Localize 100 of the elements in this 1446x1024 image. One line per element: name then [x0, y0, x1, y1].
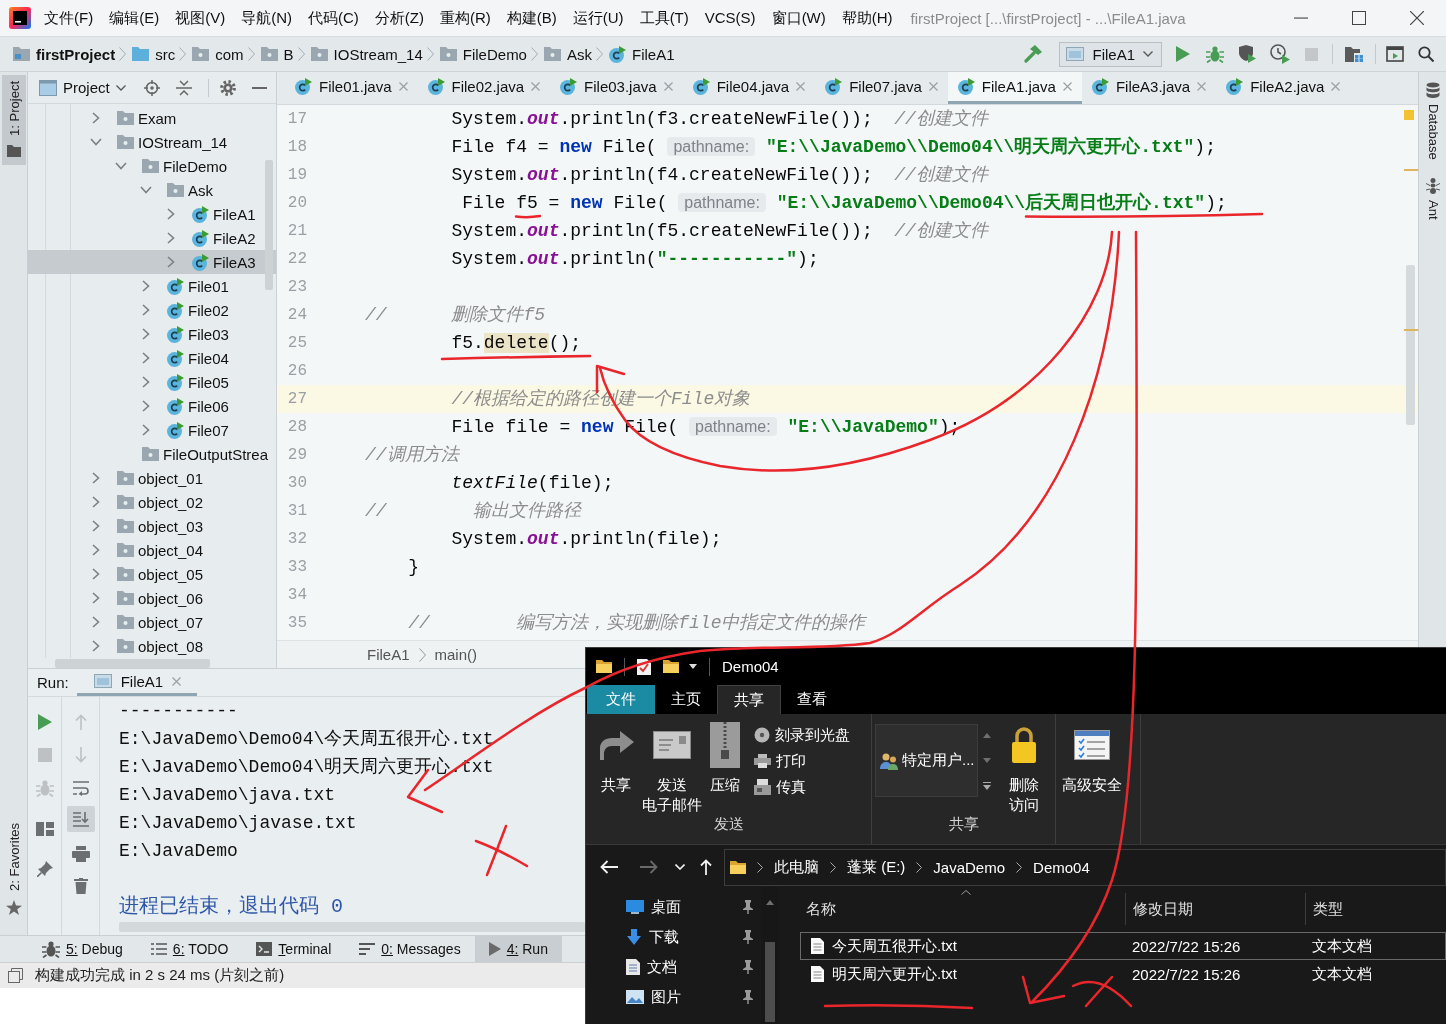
collapse-all-icon[interactable]: [175, 79, 192, 96]
menu-item[interactable]: 分析(Z): [366, 3, 432, 33]
menu-item[interactable]: 编辑(E): [101, 3, 168, 33]
tree-item[interactable]: Ask: [28, 178, 276, 202]
address-crumb[interactable]: Demo04: [1033, 858, 1090, 876]
column-header[interactable]: 类型: [1313, 899, 1343, 919]
search-icon[interactable]: [1418, 46, 1434, 62]
soft-wrap-icon[interactable]: [71, 780, 90, 796]
nav-item[interactable]: 文档: [586, 952, 761, 982]
tree-item[interactable]: Exam: [28, 106, 276, 130]
tree-item[interactable]: object_07: [28, 610, 276, 634]
breadcrumb-item[interactable]: FileA1: [609, 45, 675, 63]
ribbon-button[interactable]: 刻录到光盘: [754, 722, 850, 748]
tree-item[interactable]: File04: [28, 346, 276, 370]
menu-item[interactable]: 窗口(W): [763, 3, 834, 33]
file-row[interactable]: 今天周五很开心.txt 2022/7/22 15:26 文本文档: [800, 932, 1446, 960]
square-icon[interactable]: [8, 968, 23, 983]
tool-window-tab[interactable]: 2: Favorites: [2, 817, 26, 923]
column-header[interactable]: 名称: [806, 899, 836, 919]
locate-icon[interactable]: [143, 79, 160, 96]
scroll-to-end-icon[interactable]: [71, 811, 90, 827]
editor-tab[interactable]: FileA1.java: [947, 72, 1082, 104]
nav-item[interactable]: 图片: [586, 982, 761, 1012]
tool-window-tab[interactable]: 5: Debug: [28, 936, 137, 962]
tool-window-tab[interactable]: Ant: [1421, 177, 1445, 220]
breadcrumb-item[interactable]: FileA1: [367, 646, 410, 663]
chevron-right-icon[interactable]: [92, 472, 100, 484]
editor-tab[interactable]: File02.java: [417, 72, 551, 104]
tree-item[interactable]: File03: [28, 322, 276, 346]
ribbon-button[interactable]: 打印: [754, 748, 850, 774]
chevron-right-icon[interactable]: [142, 400, 150, 412]
coverage-icon[interactable]: [1238, 45, 1256, 63]
scrollbar-thumb[interactable]: [55, 659, 210, 668]
menu-item[interactable]: 视图(V): [167, 3, 234, 33]
menu-item[interactable]: 运行(U): [564, 3, 632, 33]
gallery-item[interactable]: 特定用户...: [880, 751, 975, 770]
ribbon-tab[interactable]: 主页: [655, 685, 717, 714]
chevron-right-icon[interactable]: [142, 376, 150, 388]
tree-item[interactable]: FileA3: [28, 250, 276, 274]
chevron-right-icon[interactable]: [142, 352, 150, 364]
menu-item[interactable]: 构建(B): [498, 3, 565, 33]
tree-item[interactable]: object_06: [28, 586, 276, 610]
tool-window-tab[interactable]: Terminal: [242, 936, 346, 962]
bug-icon[interactable]: [1206, 45, 1224, 63]
tool-window-tab[interactable]: 4: Run: [474, 936, 562, 962]
chevron-down-icon[interactable]: [115, 162, 127, 170]
tree-item[interactable]: File07: [28, 418, 276, 442]
chevron-right-icon[interactable]: [92, 496, 100, 508]
breadcrumb-item[interactable]: firstProject: [13, 45, 116, 63]
tree-item[interactable]: object_04: [28, 538, 276, 562]
tool-window-tab[interactable]: 1: Project: [2, 75, 26, 165]
menu-item[interactable]: 代码(C): [300, 3, 367, 33]
breadcrumb-item[interactable]: com: [192, 45, 244, 63]
chevron-right-icon[interactable]: [92, 520, 100, 532]
folder-icon[interactable]: [663, 660, 679, 673]
trash-icon[interactable]: [73, 878, 88, 894]
tree-item[interactable]: FileDemo: [28, 154, 276, 178]
tree-item[interactable]: object_08: [28, 634, 276, 658]
chevron-down-icon[interactable]: [90, 138, 102, 146]
sort-caret-icon[interactable]: [961, 890, 971, 895]
chevron-right-icon[interactable]: [142, 304, 150, 316]
ribbon-button[interactable]: 高级安全: [1058, 722, 1126, 795]
chevron-right-icon[interactable]: [92, 592, 100, 604]
maximize-icon[interactable]: [1352, 11, 1366, 25]
scroll-up-icon[interactable]: [766, 900, 774, 905]
menu-item[interactable]: 帮助(H): [833, 3, 901, 33]
chevron-right-icon[interactable]: [142, 280, 150, 292]
tool-window-tab[interactable]: 0: Messages: [345, 936, 475, 962]
chevron-right-icon[interactable]: [167, 208, 175, 220]
editor-tab[interactable]: FileA2.java: [1216, 72, 1351, 104]
tree-item[interactable]: object_05: [28, 562, 276, 586]
project-view-dropdown[interactable]: Project: [39, 79, 126, 96]
tool-window-tab[interactable]: 6: TODO: [136, 936, 243, 962]
scroll-up-icon[interactable]: [982, 733, 991, 738]
pin-icon[interactable]: [742, 990, 754, 1004]
tree-item[interactable]: FileA1: [28, 202, 276, 226]
tree-item[interactable]: File06: [28, 394, 276, 418]
breadcrumb-item[interactable]: src: [132, 45, 176, 63]
tree-item[interactable]: IOStream_14: [28, 130, 276, 154]
tree-item[interactable]: object_01: [28, 466, 276, 490]
ribbon-button[interactable]: 压缩: [706, 722, 744, 795]
layout-icon[interactable]: [35, 822, 54, 836]
menu-item[interactable]: 工具(T): [631, 3, 697, 33]
close-icon[interactable]: [1410, 11, 1424, 25]
run-config-dropdown[interactable]: FileA1: [1059, 41, 1162, 67]
profiler-icon[interactable]: [1270, 44, 1290, 64]
caret-icon[interactable]: [675, 864, 685, 870]
chevron-right-icon[interactable]: [167, 232, 175, 244]
scrollbar-thumb[interactable]: [119, 922, 585, 932]
scrollbar-thumb[interactable]: [1406, 265, 1415, 425]
tree-item[interactable]: FileOutputStrea: [28, 442, 276, 466]
settings-icon[interactable]: [219, 79, 236, 96]
breadcrumb-item[interactable]: B: [260, 45, 294, 63]
pin-icon[interactable]: [742, 900, 754, 914]
tree-item[interactable]: File01: [28, 274, 276, 298]
tree-item[interactable]: object_03: [28, 514, 276, 538]
toggle-button[interactable]: [66, 806, 95, 832]
ribbon-button[interactable]: 共享: [594, 722, 638, 795]
breadcrumb-item[interactable]: main(): [434, 646, 478, 663]
chevron-right-icon[interactable]: [92, 544, 100, 556]
